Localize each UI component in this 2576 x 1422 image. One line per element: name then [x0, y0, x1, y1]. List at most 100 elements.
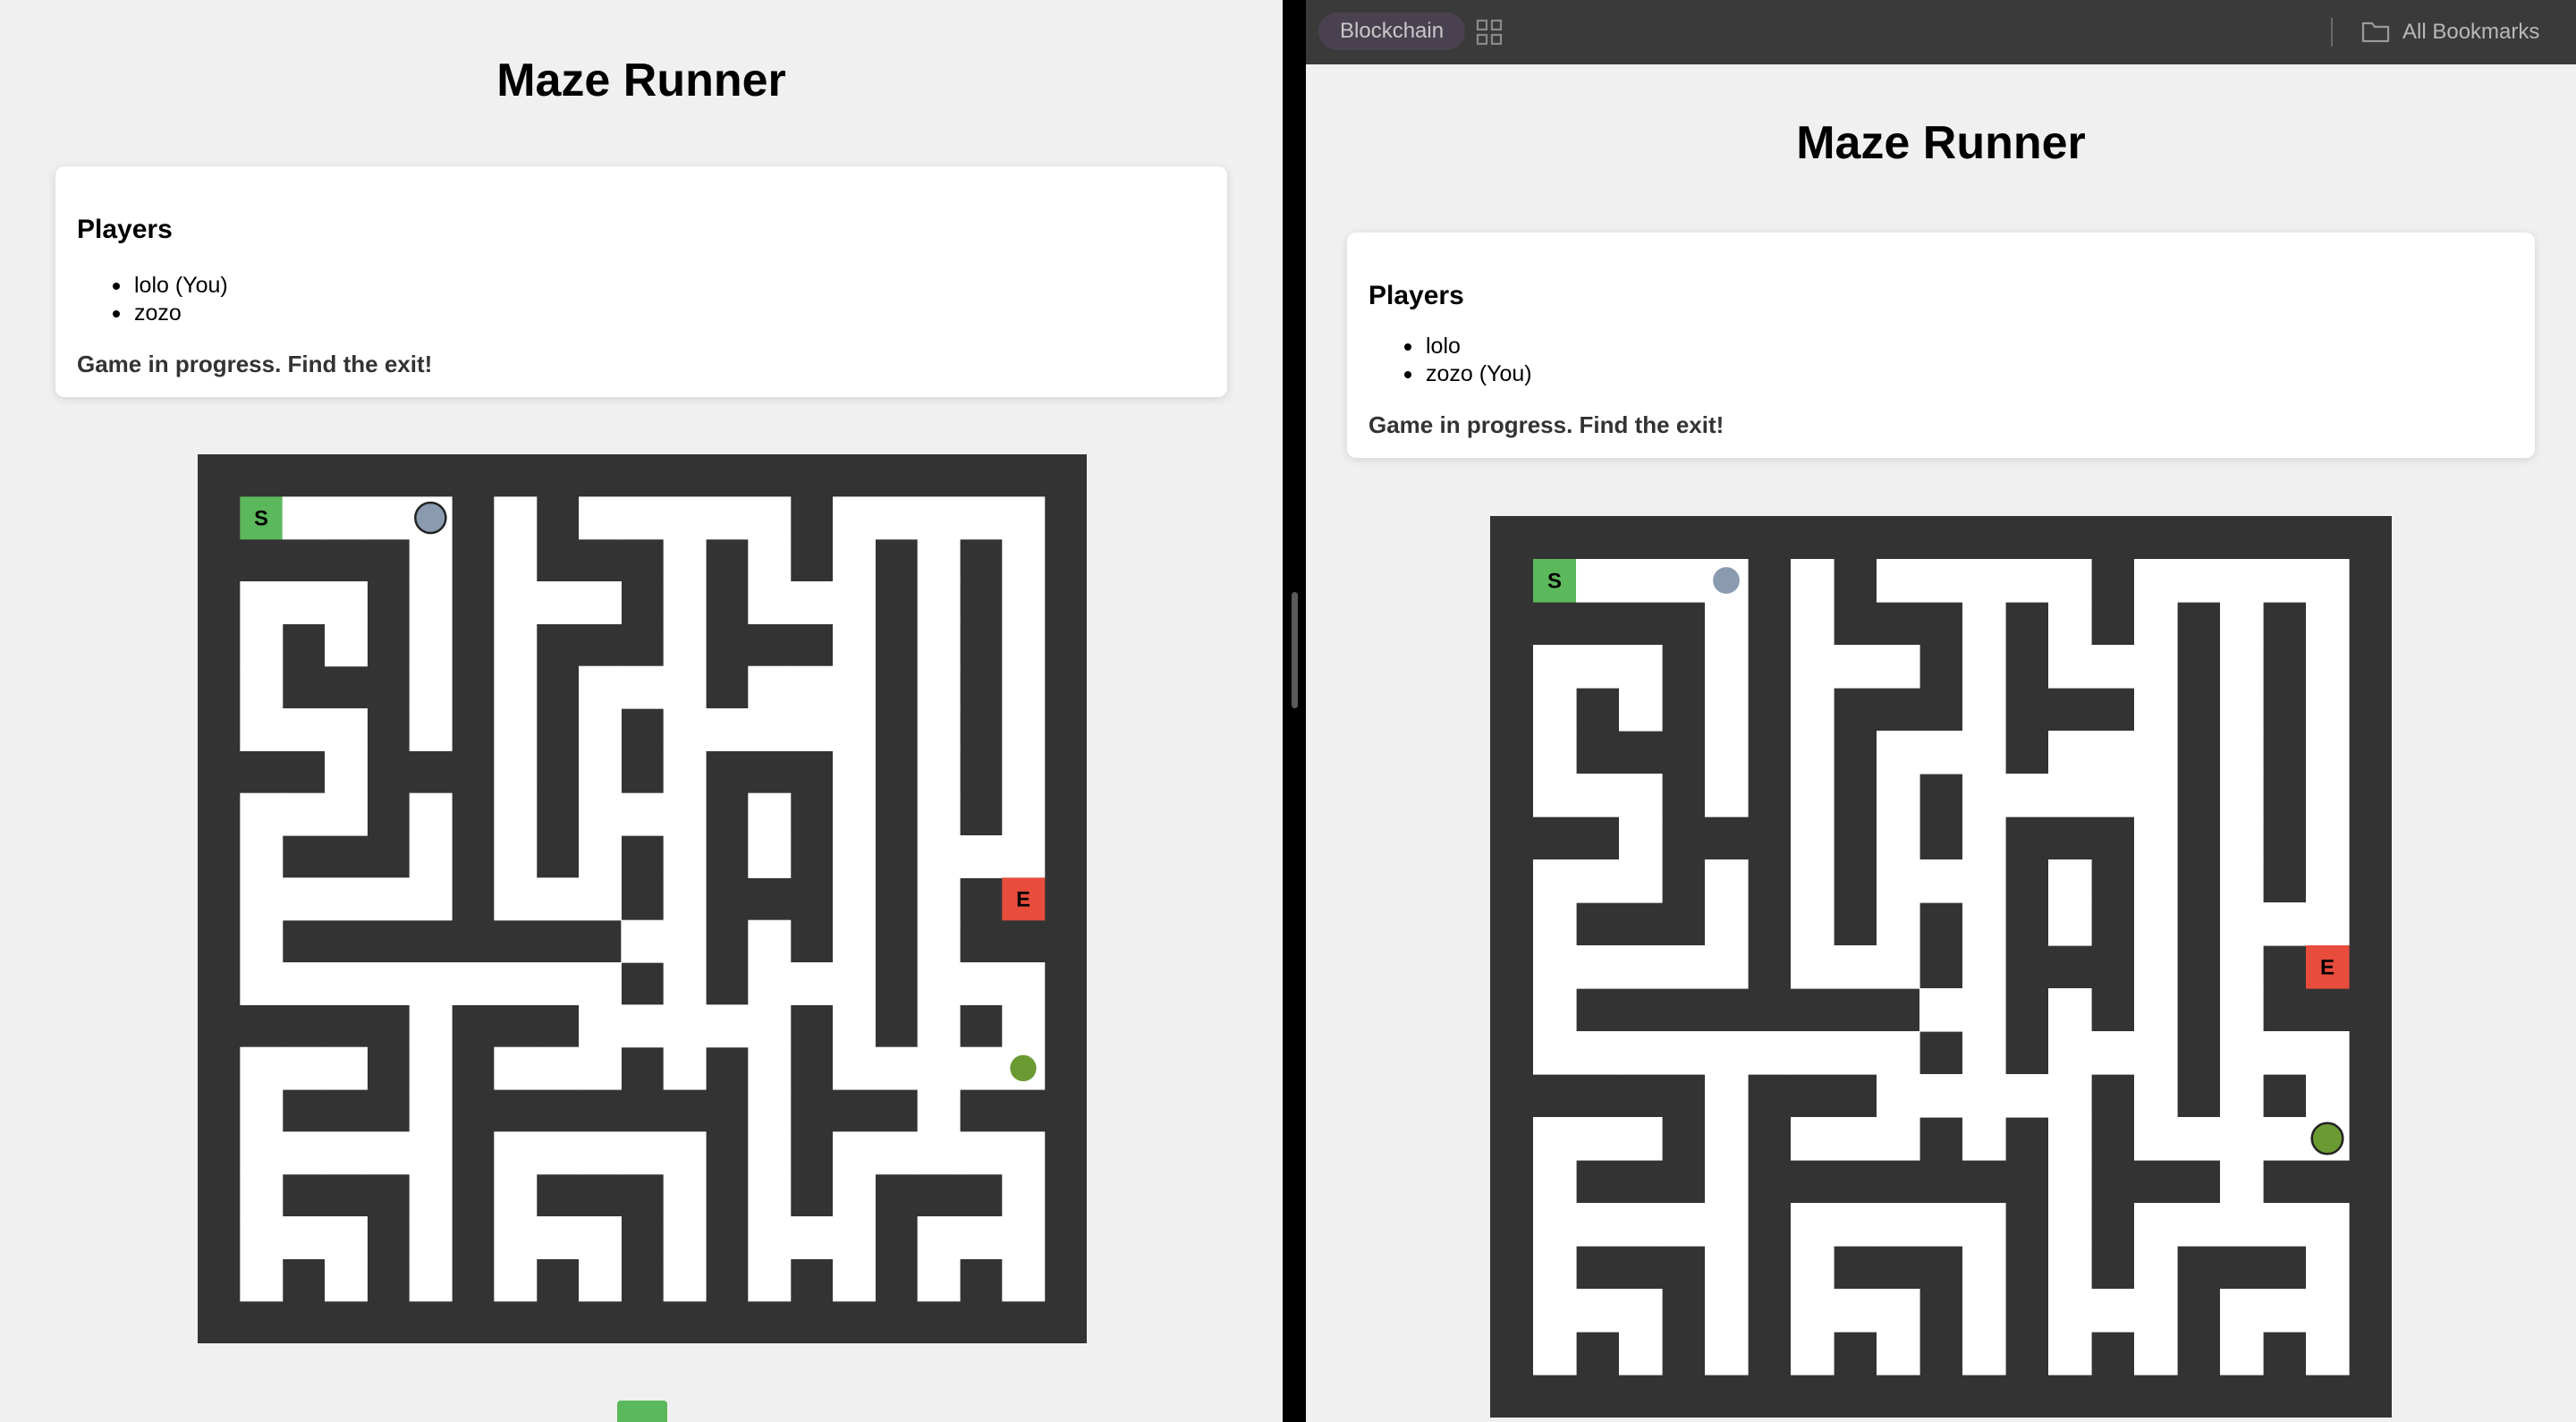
maze-path-cell: [579, 1004, 622, 1048]
maze-path-cell: [2048, 1117, 2092, 1161]
split-view-divider-handle[interactable]: [1292, 592, 1298, 708]
maze-path-cell: [494, 623, 538, 667]
maze-path-cell: [494, 1131, 538, 1175]
maze-path-cell: [282, 1131, 326, 1175]
maze-path-cell: [663, 835, 707, 878]
maze-path-cell: [748, 708, 792, 751]
maze-path-cell: [960, 496, 1003, 540]
maze-path-cell: [240, 962, 284, 1005]
maze-path-cell: [2263, 1031, 2307, 1075]
maze-path-cell: [663, 1216, 707, 1259]
maze-path-cell: [2177, 1117, 2221, 1161]
maze-path-cell: [2306, 1332, 2350, 1375]
maze-path-cell: [1619, 945, 1663, 989]
maze-path-cell: [579, 1046, 622, 1090]
maze-path-cell: [240, 1131, 284, 1175]
maze-path-cell: [2134, 1074, 2178, 1118]
maze-path-cell: [621, 665, 665, 709]
maze-path-cell: [621, 919, 665, 963]
maze-path-cell: [1533, 1203, 1577, 1247]
maze-path-cell: [409, 792, 453, 836]
page-title: Maze Runner: [1796, 117, 2086, 169]
maze-path-cell: [1619, 1031, 1663, 1075]
maze-path-cell: [325, 792, 368, 836]
maze-path-cell: [240, 835, 284, 878]
maze-path-cell: [1877, 1203, 1920, 1247]
start-label: S: [1547, 570, 1562, 594]
maze-path-cell: [663, 1046, 707, 1090]
maze-path-cell: [1877, 645, 1920, 689]
maze-path-cell: [579, 750, 622, 794]
maze-path-cell: [2220, 1117, 2264, 1161]
maze-path-cell: [2263, 1203, 2307, 1247]
maze-path-cell: [409, 835, 453, 878]
maze-path-cell: [494, 708, 538, 751]
maze-path-cell: [833, 708, 876, 751]
maze-path-cell: [1877, 774, 1920, 817]
maze-path-cell: [2134, 1246, 2178, 1290]
maze-board[interactable]: SE: [1490, 516, 2392, 1418]
maze-path-cell: [325, 581, 368, 624]
maze-path-cell: [917, 581, 961, 624]
players-heading: Players: [77, 215, 173, 244]
maze-path-cell: [1791, 859, 1835, 903]
maze-path-cell: [494, 665, 538, 709]
maze-path-cell: [1877, 817, 1920, 860]
grid-icon[interactable]: [1476, 19, 1503, 46]
maze-path-cell: [2048, 1203, 2092, 1247]
maze-path-cell: [579, 496, 622, 540]
maze-path-cell: [1962, 602, 2006, 646]
maze-path-cell: [1877, 859, 1920, 903]
maze-path-cell: [1002, 792, 1046, 836]
maze-path-cell: [2048, 731, 2092, 774]
maze-path-cell: [2220, 902, 2264, 946]
maze-path-cell: [2091, 1289, 2135, 1333]
bookmark-chip-blockchain[interactable]: Blockchain: [1318, 13, 1466, 50]
maze-path-cell: [1705, 1203, 1749, 1247]
maze-path-cell: [1002, 1258, 1046, 1302]
maze-path-cell: [917, 1131, 961, 1175]
bookmarks-bar: Blockchain All Bookmarks: [1306, 0, 2576, 64]
maze-path-cell: [240, 1216, 284, 1259]
maze-path-cell: [367, 1131, 411, 1175]
maze-path-cell: [494, 792, 538, 836]
maze-path-cell: [536, 581, 580, 624]
maze-path-cell: [748, 1089, 792, 1132]
maze-path-cell: [621, 1004, 665, 1048]
maze-path-cell: [706, 496, 749, 540]
maze-path-cell: [579, 962, 622, 1005]
maze-path-cell: [833, 877, 876, 921]
maze-path-cell: [579, 581, 622, 624]
maze-path-cell: [2220, 602, 2264, 646]
maze-path-cell: [2306, 1074, 2350, 1118]
maze-path-cell: [2306, 1289, 2350, 1333]
maze-path-cell: [1576, 1203, 1620, 1247]
maze-path-cell: [1002, 665, 1046, 709]
maze-path-cell: [748, 581, 792, 624]
maze-path-cell: [1662, 1203, 1706, 1247]
maze-path-cell: [1533, 1117, 1577, 1161]
maze-path-cell: [1533, 1031, 1577, 1075]
maze-path-cell: [2048, 1031, 2092, 1075]
maze-path-cell: [1791, 774, 1835, 817]
maze-path-cell: [409, 665, 453, 709]
all-bookmarks-button[interactable]: All Bookmarks: [2361, 0, 2539, 64]
maze-path-cell: [325, 708, 368, 751]
maze-path-cell: [663, 1173, 707, 1217]
maze-path-cell: [2134, 859, 2178, 903]
maze-path-cell: [1705, 774, 1749, 817]
toolbar-separator: [2331, 18, 2333, 47]
maze-path-cell: [240, 1046, 284, 1090]
maze-path-cell: [1834, 1289, 1877, 1333]
maze-path-cell: [282, 877, 326, 921]
end-label: E: [1016, 889, 1030, 912]
maze-board[interactable]: SE: [198, 454, 1087, 1343]
start-label: S: [254, 508, 268, 531]
maze-path-cell: [1533, 859, 1577, 903]
maze-path-cell: [706, 708, 749, 751]
maze-path-cell: [2220, 1160, 2264, 1204]
maze-path-cell: [1662, 1031, 1706, 1075]
maze-path-cell: [2134, 945, 2178, 989]
maze-path-cell: [2263, 1289, 2307, 1333]
player-token-lolo: [1713, 567, 1740, 594]
